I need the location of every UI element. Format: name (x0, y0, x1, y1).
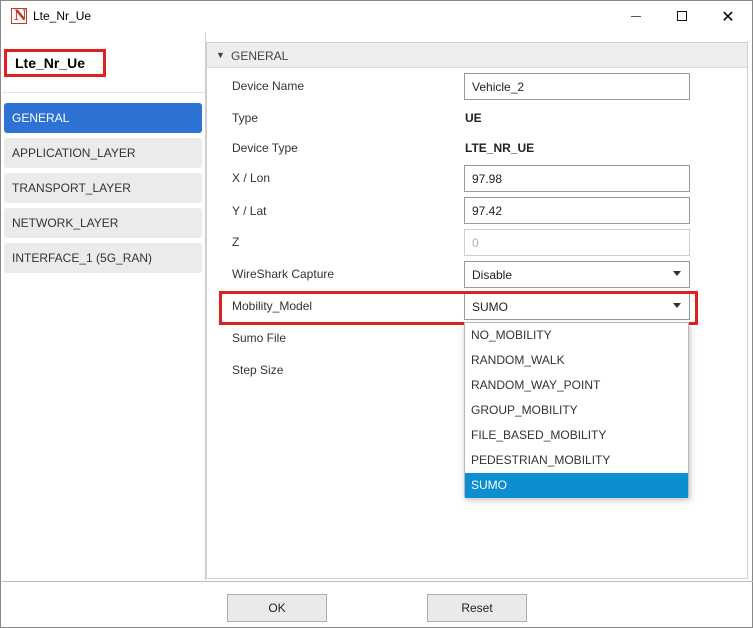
mobility-model-highlight (219, 291, 698, 325)
sidebar-item-transport-layer[interactable]: TRANSPORT_LAYER (4, 173, 202, 203)
wireshark-capture-label: WireShark Capture (232, 267, 335, 281)
x-lon-label: X / Lon (232, 171, 271, 185)
device-title: Lte_Nr_Ue (15, 55, 86, 71)
device-type-value: LTE_NR_UE (465, 141, 535, 155)
device-type-label: Device Type (232, 141, 298, 155)
mobility-option-group-mobility[interactable]: GROUP_MOBILITY (465, 398, 688, 423)
sumo-file-label: Sumo File (232, 331, 287, 345)
x-lon-input[interactable] (464, 165, 690, 192)
footer-separator (2, 581, 753, 582)
app-logo-icon: N (11, 8, 27, 24)
ok-button[interactable]: OK (227, 594, 327, 622)
close-icon: ✕ (721, 6, 735, 26)
sidebar: Lte_Nr_Ue GENERAL APPLICATION_LAYER TRAN… (2, 32, 205, 580)
device-title-highlight: Lte_Nr_Ue (4, 49, 106, 77)
sidebar-item-interface-1[interactable]: INTERFACE_1 (5G_RAN) (4, 243, 202, 273)
section-title: GENERAL (231, 49, 289, 63)
title-bar: N Lte_Nr_Ue ✕ (1, 1, 752, 31)
close-button[interactable]: ✕ (705, 1, 751, 31)
z-input (464, 229, 690, 256)
mobility-model-dropdown: NO_MOBILITY RANDOM_WALK RANDOM_WAY_POINT… (464, 322, 689, 498)
mobility-option-sumo[interactable]: SUMO (465, 473, 688, 498)
wireshark-capture-value: Disable (472, 268, 513, 282)
step-size-label: Step Size (232, 363, 284, 377)
collapse-triangle-icon: ▼ (216, 50, 225, 60)
type-value: UE (465, 111, 482, 125)
sidebar-item-network-layer[interactable]: NETWORK_LAYER (4, 208, 202, 238)
mobility-option-file-based-mobility[interactable]: FILE_BASED_MOBILITY (465, 423, 688, 448)
reset-button[interactable]: Reset (427, 594, 527, 622)
y-lat-label: Y / Lat (232, 204, 267, 218)
y-lat-input[interactable] (464, 197, 690, 224)
minimize-icon (631, 15, 641, 17)
device-name-input[interactable] (464, 73, 690, 100)
maximize-icon (677, 11, 687, 21)
wireshark-capture-select[interactable]: Disable (464, 261, 690, 288)
z-label: Z (232, 235, 240, 249)
mobility-option-random-way-point[interactable]: RANDOM_WAY_POINT (465, 373, 688, 398)
sidebar-divider (2, 92, 205, 93)
type-label: Type (232, 111, 259, 125)
sidebar-item-general[interactable]: GENERAL (4, 103, 202, 133)
mobility-option-no-mobility[interactable]: NO_MOBILITY (465, 323, 688, 348)
general-section-header[interactable]: ▼ GENERAL (207, 43, 747, 68)
window-title: Lte_Nr_Ue (33, 9, 92, 23)
device-name-label: Device Name (232, 79, 305, 93)
device-properties-window: N Lte_Nr_Ue ✕ Lte_Nr_Ue GENERAL APPLICAT… (0, 0, 753, 628)
app-logo-letter: N (14, 8, 27, 24)
minimize-button[interactable] (613, 1, 659, 31)
maximize-button[interactable] (659, 1, 705, 31)
sidebar-item-application-layer[interactable]: APPLICATION_LAYER (4, 138, 202, 168)
chevron-down-icon (673, 271, 681, 276)
mobility-option-random-walk[interactable]: RANDOM_WALK (465, 348, 688, 373)
mobility-option-pedestrian-mobility[interactable]: PEDESTRIAN_MOBILITY (465, 448, 688, 473)
